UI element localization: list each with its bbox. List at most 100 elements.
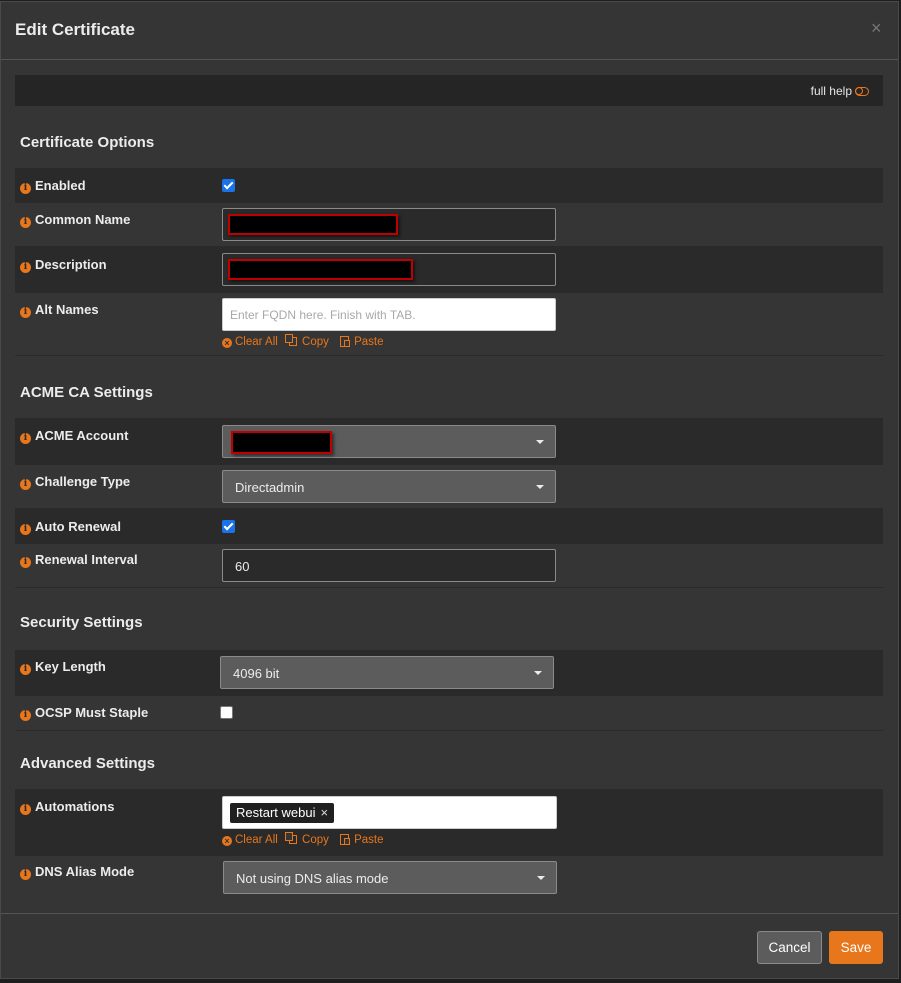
caret-down-icon (536, 440, 544, 444)
challenge-type-value: Directadmin (235, 480, 305, 495)
automations-input[interactable]: Restart webui × (222, 796, 557, 829)
dns-alias-mode-value: Not using DNS alias mode (236, 871, 389, 886)
row-ocsp-must-staple: i OCSP Must Staple (15, 695, 883, 731)
tag-remove-icon[interactable]: × (320, 805, 328, 820)
alt-names-label: i Alt Names (20, 302, 99, 318)
caret-down-icon (536, 485, 544, 489)
alt-names-tag-actions: × Clear All Copy Paste (222, 334, 392, 348)
renewal-interval-input[interactable]: 60 (222, 549, 556, 582)
automations-tag-actions: × Clear All Copy Paste (222, 832, 392, 846)
renewal-interval-label-text: Renewal Interval (35, 552, 138, 567)
info-circle-icon[interactable]: i (20, 664, 31, 675)
dialog-header: Edit Certificate × (1, 2, 898, 60)
section-security-settings: Security Settings (20, 614, 143, 631)
paste-link[interactable]: Paste (340, 336, 384, 348)
automation-tag-label: Restart webui (236, 805, 316, 820)
info-circle-icon[interactable]: i (20, 262, 31, 273)
enabled-checkbox[interactable] (222, 179, 235, 192)
ocsp-must-staple-label: i OCSP Must Staple (20, 705, 148, 721)
caret-down-icon (537, 876, 545, 880)
toggle-off-icon (855, 87, 869, 96)
description-label: i Description (20, 257, 107, 273)
auto-renewal-label: i Auto Renewal (20, 519, 121, 535)
info-circle-icon[interactable]: i (20, 433, 31, 444)
paste-label: Paste (354, 834, 384, 846)
description-input[interactable] (222, 253, 556, 286)
key-length-label: i Key Length (20, 659, 106, 675)
row-common-name: i Common Name (15, 202, 883, 247)
info-circle-icon[interactable]: i (20, 869, 31, 880)
info-circle-icon[interactable]: i (20, 710, 31, 721)
section-certificate-options: Certificate Options (20, 134, 155, 151)
common-name-label: i Common Name (20, 212, 130, 228)
info-circle-icon[interactable]: i (20, 479, 31, 490)
row-renewal-interval: i Renewal Interval 60 (15, 543, 883, 588)
key-length-label-text: Key Length (35, 659, 106, 674)
edit-certificate-dialog: Edit Certificate × full help Certificate… (0, 1, 899, 979)
clear-all-label: Clear All (235, 336, 278, 348)
key-length-value: 4096 bit (233, 666, 280, 681)
alt-names-placeholder: Enter FQDN here. Finish with TAB. (230, 308, 416, 322)
acme-account-label: i ACME Account (20, 428, 128, 444)
enabled-label: i Enabled (20, 178, 86, 194)
row-automations: i Automations Restart webui × × Clear All C… (15, 789, 883, 855)
description-label-text: Description (35, 257, 107, 272)
auto-renewal-label-text: Auto Renewal (35, 519, 121, 534)
challenge-type-select[interactable]: Directadmin (222, 470, 556, 503)
row-description: i Description (15, 247, 883, 292)
info-circle-icon[interactable]: i (20, 183, 31, 194)
challenge-type-label-text: Challenge Type (35, 474, 131, 489)
times-circle-icon: × (222, 836, 232, 846)
row-acme-account: i ACME Account (15, 418, 883, 464)
auto-renewal-checkbox[interactable] (222, 520, 235, 533)
challenge-type-label: i Challenge Type (20, 474, 130, 490)
copy-link[interactable]: Copy (285, 832, 329, 846)
ocsp-must-staple-label-text: OCSP Must Staple (35, 705, 149, 720)
copy-label: Copy (302, 336, 329, 348)
row-enabled: i Enabled (15, 168, 883, 202)
dns-alias-mode-select[interactable]: Not using DNS alias mode (223, 861, 557, 894)
clear-all-link[interactable]: × Clear All (222, 336, 278, 348)
automations-label: i Automations (20, 799, 114, 815)
close-icon[interactable]: × (871, 18, 882, 39)
acme-account-select[interactable] (222, 425, 556, 458)
section-acme-ca-settings: ACME CA Settings (20, 384, 153, 401)
paste-icon (340, 336, 351, 347)
copy-link[interactable]: Copy (285, 334, 329, 348)
dns-alias-mode-label-text: DNS Alias Mode (35, 864, 135, 879)
info-circle-icon[interactable]: i (20, 557, 31, 568)
cancel-button[interactable]: Cancel (757, 931, 822, 964)
dialog-footer: Cancel Save (1, 913, 898, 980)
help-bar: full help (15, 75, 883, 106)
paste-link[interactable]: Paste (340, 834, 384, 846)
row-alt-names: i Alt Names Enter FQDN here. Finish with … (15, 292, 883, 356)
section-advanced-settings: Advanced Settings (20, 755, 156, 772)
full-help-label: full help (810, 84, 852, 98)
alt-names-label-text: Alt Names (35, 302, 99, 317)
enabled-label-text: Enabled (35, 178, 86, 193)
clear-all-link[interactable]: × Clear All (222, 834, 278, 846)
renewal-interval-value: 60 (235, 559, 250, 574)
row-dns-alias-mode: i DNS Alias Mode Not using DNS alias mode (15, 855, 883, 901)
paste-icon (340, 834, 351, 845)
alt-names-input[interactable]: Enter FQDN here. Finish with TAB. (222, 298, 556, 331)
key-length-select[interactable]: 4096 bit (220, 656, 554, 689)
redacted-value (228, 259, 413, 280)
info-circle-icon[interactable]: i (20, 524, 31, 535)
automations-label-text: Automations (35, 799, 115, 814)
clear-all-label: Clear All (235, 834, 278, 846)
row-key-length: i Key Length 4096 bit (15, 650, 883, 695)
common-name-input[interactable] (222, 208, 556, 241)
info-circle-icon[interactable]: i (20, 307, 31, 318)
redacted-value (228, 214, 398, 235)
save-button[interactable]: Save (829, 931, 883, 964)
dns-alias-mode-label: i DNS Alias Mode (20, 864, 134, 880)
info-circle-icon[interactable]: i (20, 217, 31, 228)
full-help-toggle[interactable]: full help (811, 84, 869, 98)
times-circle-icon: × (222, 338, 232, 348)
renewal-interval-label: i Renewal Interval (20, 552, 138, 568)
common-name-label-text: Common Name (35, 212, 131, 227)
info-circle-icon[interactable]: i (20, 804, 31, 815)
ocsp-must-staple-checkbox[interactable] (220, 706, 233, 719)
copy-icon (285, 334, 298, 346)
